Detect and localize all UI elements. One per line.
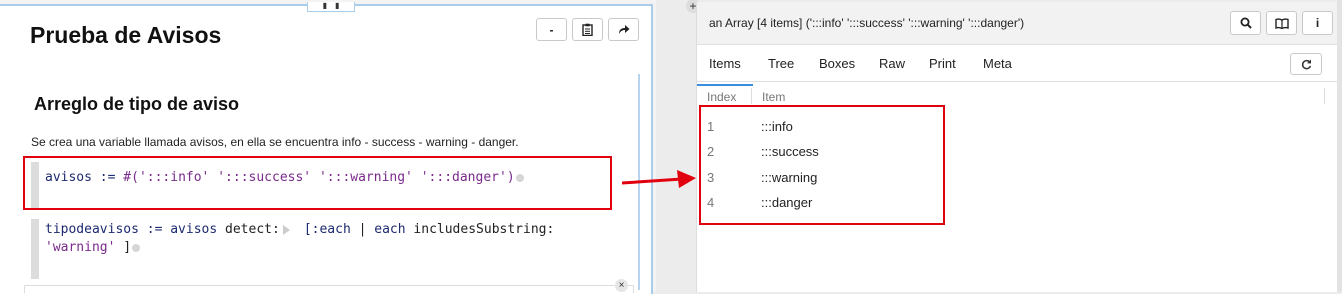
page-toolbar: - [536,18,639,41]
clipboard-icon [582,23,593,36]
share-arrow-icon [618,25,629,34]
column-header-item[interactable]: Item [762,90,785,104]
tab-raw[interactable]: Raw [879,56,905,71]
section-heading: Arreglo de tipo de aviso [34,94,240,114]
refresh-icon [1301,59,1311,69]
highlight-box-code [23,156,612,210]
search-icon [1240,17,1252,29]
scrollbar[interactable] [1337,0,1342,292]
tab-meta[interactable]: Meta [983,56,1012,71]
code-token-selector: detect: [225,222,280,237]
code-token-receiver: avisos [170,222,218,237]
description-text: Se crea una variable llamada avisos, en … [31,135,519,149]
highlight-box-items [699,105,945,225]
search-button[interactable] [1230,11,1261,35]
tab-boxes[interactable]: Boxes [819,56,855,71]
code-cell-2[interactable]: tipodeavisos := avisos detect: [:each | e… [31,219,606,279]
column-divider[interactable] [751,88,752,104]
refresh-button[interactable] [1290,53,1322,75]
inspector-header: an Array [4 items] (':::info' ':::succes… [697,2,1337,45]
clipboard-button[interactable] [572,18,603,41]
book-button[interactable] [1266,11,1297,35]
code-token-bar: | [358,222,367,237]
info-button[interactable]: i [1302,11,1333,35]
code-token-block-open: [:each [303,222,351,237]
share-button[interactable] [608,18,639,41]
minimize-label: - [549,22,554,37]
code-token-var: tipodeavisos [45,222,139,237]
inspector-toolbar: i [1230,11,1333,35]
inspector-pane: an Array [4 items] (':::info' ':::succes… [696,2,1337,292]
code-token-message: includesSubstring: [413,222,555,237]
left-pane: ▮ ▮ Prueba de Avisos - Arreglo de tipo de… [0,0,656,294]
tab-tree[interactable]: Tree [768,56,794,71]
tab-items[interactable]: Items [697,56,753,86]
code-token-string: 'warning' [45,240,116,255]
column-divider[interactable] [1324,88,1325,104]
close-icon[interactable]: × [615,279,628,292]
page-title: Prueba de Avisos [30,22,222,48]
pointer-arrow-icon [622,170,696,188]
code-token-block-close: ] [123,240,132,255]
book-icon [1274,17,1289,29]
inspector-title: an Array [4 items] (':::info' ':::succes… [709,16,1025,30]
page-handle[interactable]: ▮ ▮ [307,2,355,12]
info-icon: i [1315,16,1320,30]
minimize-button[interactable]: - [536,18,567,41]
tab-print[interactable]: Print [929,56,956,71]
inspector-tabs: Items Tree Boxes Raw Print Meta [697,45,1337,86]
column-header-index[interactable]: Index [707,90,736,104]
run-dot-icon[interactable] [132,243,141,252]
expand-triangle-icon[interactable] [282,224,290,235]
code-token-assign: := [146,222,163,237]
code-token-arg: each [374,222,406,237]
